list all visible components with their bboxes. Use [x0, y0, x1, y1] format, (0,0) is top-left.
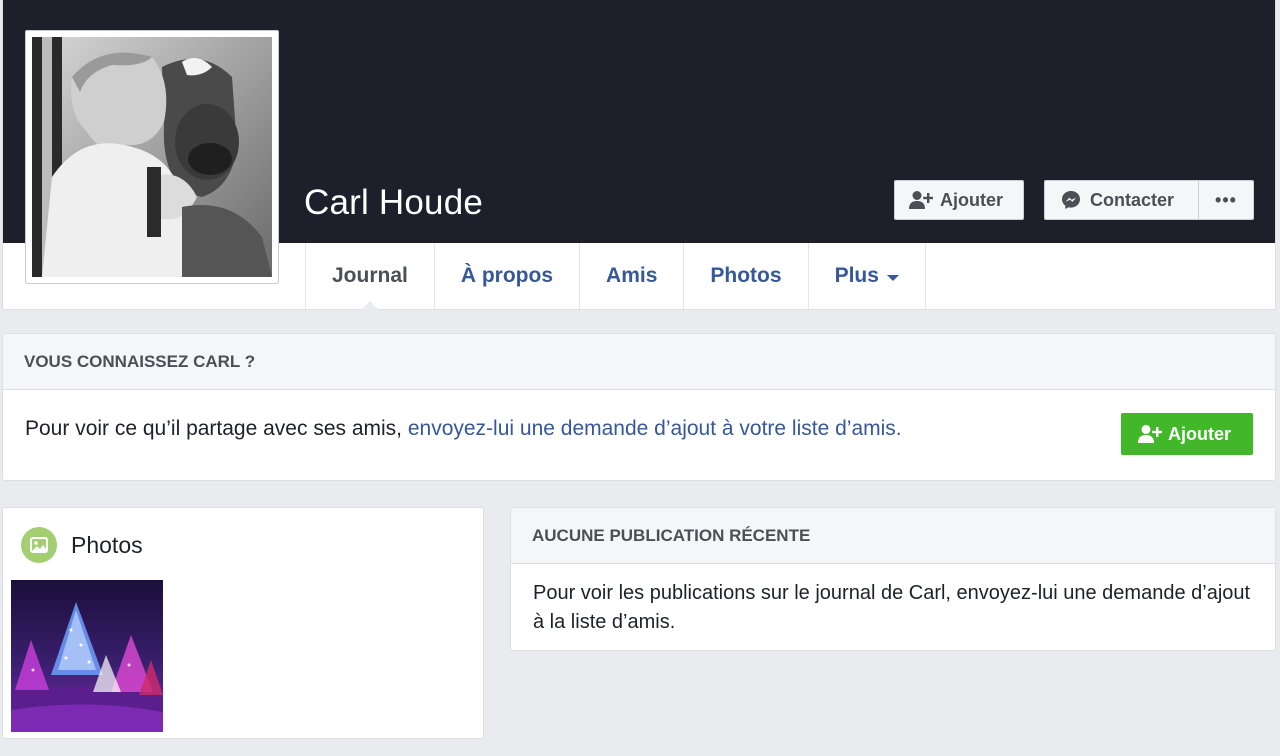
christmas-lights-image — [11, 580, 163, 732]
tab-label: Journal — [332, 264, 408, 287]
know-person-card: VOUS CONNAISSEZ CARL ? Pour voir ce qu’i… — [2, 333, 1276, 481]
tab-label: Amis — [606, 264, 658, 287]
photos-card-header[interactable]: Photos — [21, 527, 143, 563]
tab-journal[interactable]: Journal — [306, 243, 435, 310]
tab-about[interactable]: À propos — [435, 243, 581, 309]
contact-button[interactable]: Contacter — [1045, 181, 1199, 219]
photo-thumbnail[interactable] — [11, 580, 163, 732]
photos-title: Photos — [71, 531, 143, 558]
profile-tabs: Journal À propos Amis Photos Plus — [305, 243, 926, 310]
tab-label: Plus — [834, 264, 879, 287]
tab-label: À propos — [460, 264, 554, 287]
add-friend-icon — [1138, 425, 1162, 443]
messenger-icon — [1062, 191, 1080, 209]
profile-picture[interactable] — [25, 30, 279, 284]
add-friend-button[interactable]: Ajouter — [894, 180, 1024, 220]
contact-button-group: Contacter ••• — [1044, 180, 1254, 220]
add-friend-label: Ajouter — [940, 189, 1003, 210]
recent-posts-card: AUCUNE PUBLICATION RÉCENTE Pour voir les… — [510, 507, 1276, 651]
photos-card: Photos — [2, 507, 484, 739]
tab-friends[interactable]: Amis — [580, 243, 685, 309]
send-request-link[interactable]: envoyez-lui une demande d’ajout à votre … — [408, 417, 902, 440]
caret-down-icon — [886, 274, 899, 281]
card-heading: VOUS CONNAISSEZ CARL ? — [3, 334, 1275, 390]
more-options-button[interactable]: ••• — [1199, 181, 1253, 219]
more-icon: ••• — [1215, 189, 1237, 210]
posts-heading: AUCUNE PUBLICATION RÉCENTE — [511, 508, 1275, 564]
photo-icon — [21, 527, 57, 563]
add-friend-green-label: Ajouter — [1168, 423, 1231, 444]
know-message-text: Pour voir ce qu’il partage avec ses amis… — [25, 417, 408, 440]
know-message: Pour voir ce qu’il partage avec ses amis… — [25, 417, 902, 441]
add-friend-green-button[interactable]: Ajouter — [1121, 413, 1253, 455]
profile-header: Carl Houde Ajouter Contacter ••• Journal… — [2, 0, 1276, 310]
posts-message: Pour voir les publications sur le journa… — [533, 582, 1251, 633]
contact-label: Contacter — [1090, 189, 1175, 210]
profile-photo-image — [32, 37, 272, 277]
tab-more[interactable]: Plus — [809, 243, 926, 309]
profile-name[interactable]: Carl Houde — [304, 183, 483, 223]
tab-photos[interactable]: Photos — [684, 243, 809, 309]
card-body: Pour voir ce qu’il partage avec ses amis… — [3, 390, 1275, 481]
tab-label: Photos — [710, 264, 782, 287]
add-friend-icon — [909, 191, 933, 209]
